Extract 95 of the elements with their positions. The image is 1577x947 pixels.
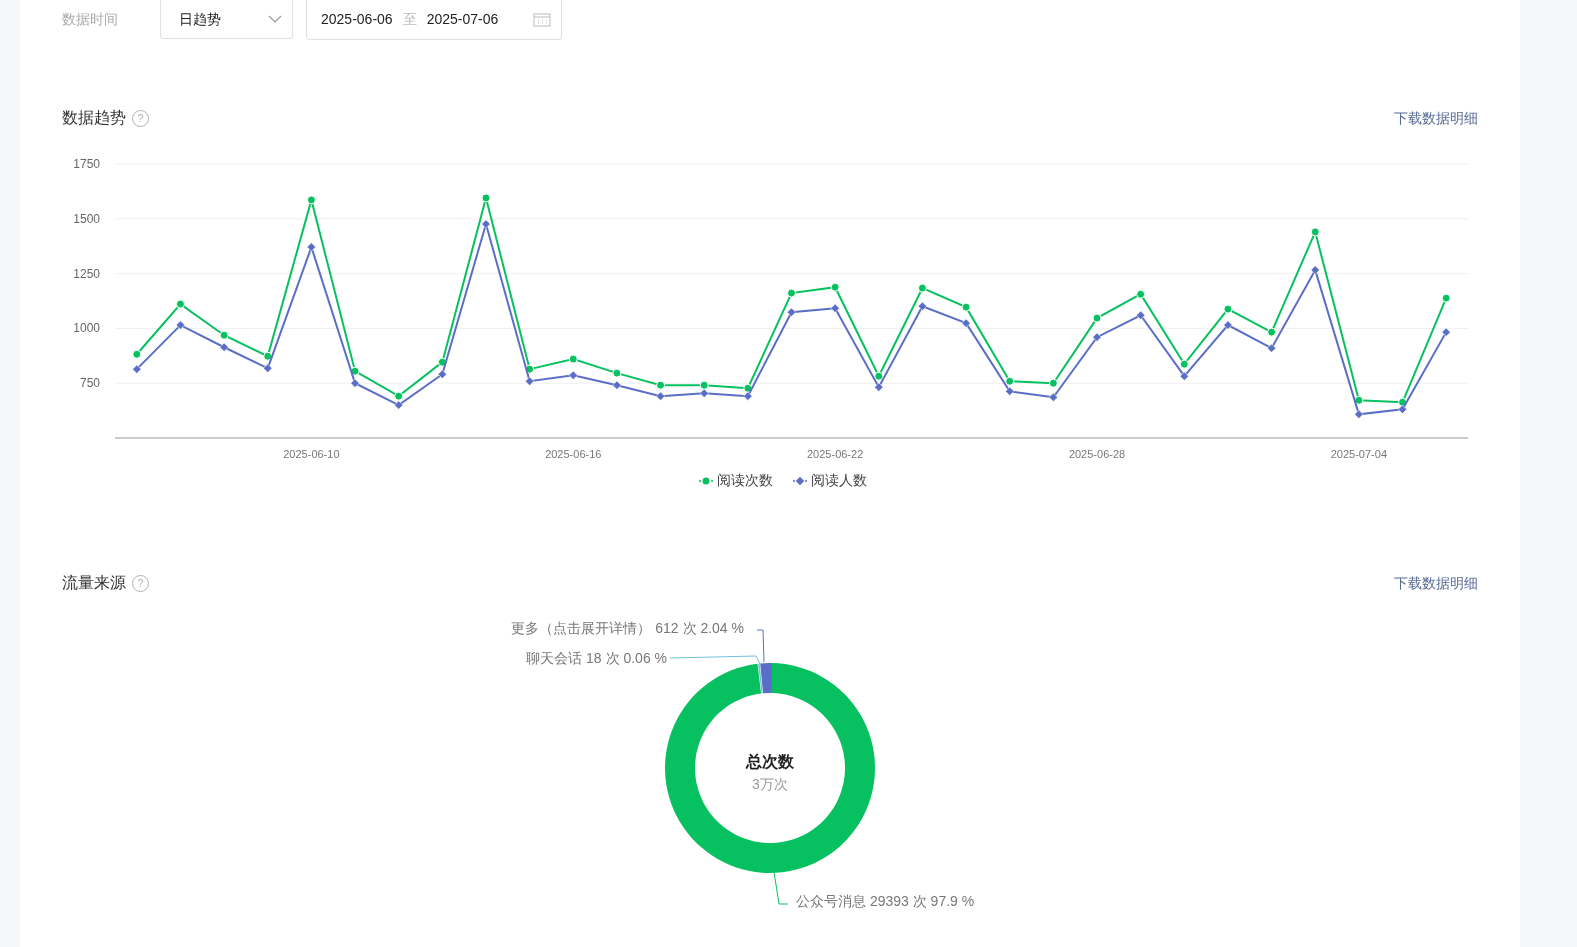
data-point — [1092, 313, 1102, 323]
data-point — [1441, 293, 1451, 303]
data-point — [1441, 327, 1451, 337]
data-point — [830, 303, 840, 313]
data-point — [1048, 378, 1058, 388]
data-point — [1179, 359, 1189, 369]
data-point — [1136, 310, 1146, 320]
data-point — [568, 370, 578, 380]
axis-label: 1250 — [73, 266, 100, 281]
data-point — [1354, 409, 1364, 419]
axis-label: 1750 — [73, 157, 100, 171]
data-point — [743, 383, 753, 393]
data-point — [1223, 320, 1233, 330]
data-point — [787, 307, 796, 317]
data-point — [306, 242, 316, 252]
data-point — [394, 400, 404, 410]
slice-label: 聊天会话 18 次 0.06 % — [526, 650, 667, 666]
data-point — [263, 363, 273, 373]
data-point — [830, 282, 840, 292]
axis-label: 2025-06-10 — [283, 448, 340, 460]
granularity-select[interactable]: 日趋势 — [160, 0, 293, 39]
data-point — [656, 380, 666, 390]
section-title: 流量来源 — [62, 573, 126, 593]
data-point — [437, 369, 447, 379]
filter-label: 数据时间 — [62, 10, 119, 29]
data-point — [1223, 304, 1233, 314]
data-point — [874, 371, 884, 381]
legend-label: 阅读次数 — [717, 471, 773, 490]
data-point — [1398, 404, 1407, 414]
donut-center-value: 3万次 — [752, 776, 788, 792]
data-point — [350, 366, 360, 376]
data-point — [525, 364, 535, 374]
section-title: 数据趋势 — [62, 108, 126, 128]
legend-marker-icon — [699, 476, 713, 485]
data-point — [132, 349, 142, 359]
data-point — [568, 354, 578, 364]
axis-label: 2025-06-28 — [1068, 448, 1126, 460]
data-point — [263, 351, 273, 361]
data-point — [1267, 327, 1277, 337]
data-point — [612, 368, 622, 378]
chevron-down-icon — [268, 14, 282, 24]
data-point — [306, 195, 316, 205]
axis-label: 2025-07-04 — [1330, 448, 1388, 460]
data-point — [874, 382, 884, 392]
data-point — [1048, 392, 1058, 402]
data-point — [699, 388, 709, 398]
data-point — [1005, 376, 1015, 386]
start-date: 2025-06-06 — [321, 10, 393, 29]
data-point — [219, 330, 229, 340]
axis-label: 2025-06-22 — [807, 448, 864, 460]
data-point — [176, 320, 185, 330]
slice-label: 更多（点击展开详情） 612 次 2.04 % — [511, 620, 744, 636]
data-point — [1310, 227, 1320, 237]
donut-slice[interactable] — [758, 663, 763, 694]
data-point — [350, 378, 360, 388]
data-point — [1267, 343, 1277, 353]
data-point — [394, 391, 404, 401]
axis-label: 2025-06-16 — [545, 448, 602, 460]
data-point — [1354, 395, 1364, 405]
data-point — [219, 342, 229, 352]
data-point — [481, 193, 491, 203]
data-point — [481, 219, 491, 229]
data-point — [743, 391, 753, 401]
axis-label: 1000 — [73, 321, 100, 336]
donut-slice[interactable] — [665, 663, 875, 873]
data-point — [1179, 371, 1189, 381]
date-range-field[interactable]: 2025-06-06 至 2025-07-06 — [306, 0, 562, 40]
data-point — [1005, 386, 1015, 396]
data-point — [1310, 265, 1320, 275]
axis-label: 750 — [79, 376, 100, 391]
data-point — [1136, 289, 1146, 299]
legend-label: 阅读人数 — [811, 471, 867, 490]
data-point — [1092, 332, 1102, 342]
donut-center-title: 总次数 — [746, 753, 794, 770]
donut-slice[interactable] — [760, 663, 774, 694]
data-point — [656, 391, 666, 401]
end-date: 2025-07-06 — [426, 10, 499, 29]
data-point — [437, 357, 447, 367]
download-link[interactable]: 下载数据明细 — [1394, 107, 1478, 129]
slice-label: 公众号消息 29393 次 97.9 % — [796, 893, 975, 909]
data-point — [525, 376, 535, 386]
axis-label: 1500 — [73, 211, 100, 226]
data-point — [699, 380, 709, 390]
data-point — [787, 288, 796, 298]
data-point — [175, 299, 185, 309]
data-point — [961, 302, 971, 312]
data-point — [132, 364, 142, 374]
leader-line — [773, 871, 789, 905]
data-point — [917, 301, 927, 311]
calendar-icon — [533, 12, 551, 27]
download-link[interactable]: 下载数据明细 — [1394, 572, 1478, 594]
data-point — [917, 283, 927, 293]
data-point — [961, 318, 971, 328]
range-separator: 至 — [402, 10, 417, 29]
data-point — [612, 380, 622, 390]
